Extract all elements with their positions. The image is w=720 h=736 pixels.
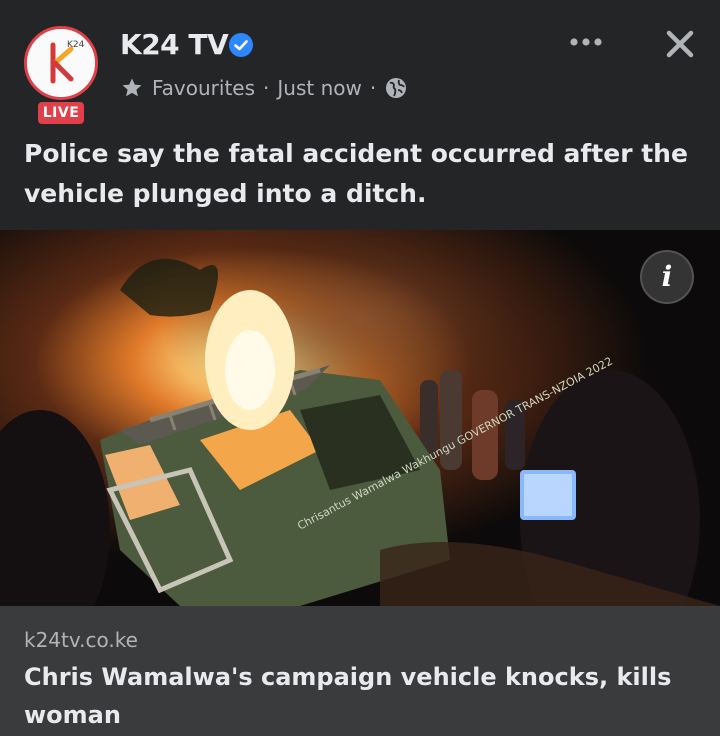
more-options-icon <box>570 38 602 46</box>
verified-badge-icon <box>229 33 253 57</box>
svg-text:K24: K24 <box>67 40 85 50</box>
globe-icon <box>386 78 407 98</box>
k24-logo-icon: K24 <box>27 29 95 97</box>
link-title[interactable]: Chris Wamalwa's campaign vehicle knocks,… <box>24 658 696 734</box>
star-icon <box>122 78 142 97</box>
separator: · <box>369 76 377 100</box>
separator: · <box>263 76 270 100</box>
link-preview-card[interactable]: k24tv.co.ke Chris Wamalwa's campaign veh… <box>0 606 720 736</box>
timestamp[interactable]: Just now <box>277 76 361 100</box>
link-domain: k24tv.co.ke <box>24 628 138 652</box>
audience-label[interactable]: Favourites <box>152 76 255 100</box>
live-badge: LIVE <box>38 102 84 124</box>
page-name[interactable]: K24 TV <box>120 28 229 61</box>
info-button[interactable]: i <box>640 250 694 304</box>
post-header: K24 LIVE K24 TV Favourites · Just now · <box>0 0 720 230</box>
close-icon <box>666 30 694 58</box>
post-caption: Police say the fatal accident occurred a… <box>24 139 688 208</box>
post-photo[interactable]: Chrisantus Wamalwa Wakhungu GOVERNOR TRA… <box>0 230 720 606</box>
avatar[interactable]: K24 <box>24 26 98 100</box>
close-button[interactable] <box>660 24 700 64</box>
post-meta: Favourites · Just now · <box>120 74 408 102</box>
more-options-button[interactable] <box>566 24 606 60</box>
page-avatar[interactable]: K24 LIVE <box>24 26 104 126</box>
burning-vehicle-image: Chrisantus Wamalwa Wakhungu GOVERNOR TRA… <box>0 230 720 606</box>
